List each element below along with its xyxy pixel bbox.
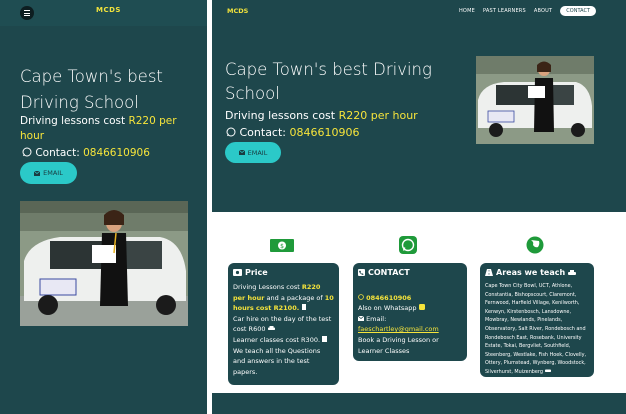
contact-number[interactable]: 0846610906 bbox=[290, 126, 360, 139]
price-prefix: Driving lessons cost bbox=[20, 115, 129, 127]
hero-contact: Contact: 0846610906 bbox=[22, 147, 150, 159]
contact-label: Contact: bbox=[239, 126, 290, 139]
hero-price: Driving lessons cost R220 per hour bbox=[225, 109, 418, 122]
contact-card-title: CONTACT bbox=[358, 268, 462, 277]
email-button[interactable]: EMAIL bbox=[20, 162, 77, 184]
svg-text:$: $ bbox=[280, 243, 284, 250]
mobile-navbar: MCDS bbox=[0, 0, 207, 26]
brand-logo[interactable]: MCDS bbox=[227, 7, 248, 15]
price-value: R220 per hour bbox=[338, 109, 418, 122]
hero-contact: Contact: 0846610906 bbox=[226, 126, 360, 139]
areas-card: Areas we teach Cape Town City Bowl, UCT,… bbox=[480, 263, 594, 377]
footer-bar bbox=[212, 393, 626, 414]
nav-about[interactable]: ABOUT bbox=[534, 8, 552, 14]
price-card: Price Driving Lessons cost R220 per hour… bbox=[228, 263, 339, 385]
contact-card-text: 0846610906 Also on Whatsapp Email: faesc… bbox=[357, 282, 462, 356]
contact-phone[interactable]: 0846610906 bbox=[366, 294, 411, 302]
nav-home[interactable]: HOME bbox=[459, 8, 475, 14]
nav-past-learners[interactable]: PAST LEARNERS bbox=[483, 8, 526, 14]
areas-card-title: Areas we teach bbox=[485, 268, 589, 277]
nav-contact[interactable]: CONTACT bbox=[560, 6, 596, 16]
whatsapp-icon bbox=[226, 127, 236, 137]
contact-email-link[interactable]: faeschartley@gmail.com bbox=[358, 325, 439, 333]
contact-whatsapp: Also on Whatsapp bbox=[358, 304, 417, 313]
student-with-car-photo bbox=[20, 201, 188, 326]
hamburger-menu-icon[interactable] bbox=[20, 6, 34, 20]
price-text-7: We teach all the Questions and answers i… bbox=[233, 346, 321, 376]
areas-list: Cape Town City Bowl, UCT, Athlone, Const… bbox=[485, 283, 587, 375]
document-icon bbox=[302, 304, 307, 311]
contact-label: Contact: bbox=[35, 147, 84, 159]
feature-icons-row: $ bbox=[212, 236, 626, 256]
contact-email-label: Email: bbox=[366, 314, 387, 323]
envelope-icon bbox=[357, 315, 365, 321]
student-with-car-photo bbox=[476, 56, 594, 144]
car-icon bbox=[568, 269, 577, 275]
whatsapp-icon bbox=[358, 293, 364, 300]
contact-card-title-text: CONTACT bbox=[368, 268, 410, 277]
money-icon bbox=[233, 269, 242, 276]
road-icon bbox=[485, 269, 493, 276]
book-icon bbox=[322, 335, 328, 342]
whatsapp-icon bbox=[418, 304, 425, 311]
email-button[interactable]: EMAIL bbox=[225, 142, 281, 163]
email-button-label: EMAIL bbox=[247, 148, 268, 157]
phone-icon bbox=[358, 269, 365, 276]
price-prefix: Driving lessons cost bbox=[225, 109, 339, 122]
hero-section: Cape Town's best Driving School Driving … bbox=[212, 22, 626, 212]
brand-logo[interactable]: MCDS bbox=[96, 6, 121, 14]
areas-card-text: Cape Town City Bowl, UCT, Athlone, Const… bbox=[485, 282, 589, 377]
envelope-icon bbox=[238, 150, 245, 155]
contact-number[interactable]: 0846610906 bbox=[83, 147, 150, 159]
price-text-3: and a package of bbox=[264, 293, 325, 302]
whatsapp-icon bbox=[399, 236, 417, 254]
car-icon bbox=[267, 326, 275, 331]
money-icon: $ bbox=[270, 239, 294, 252]
desktop-navbar: MCDS HOME PAST LEARNERS ABOUT CONTACT bbox=[212, 0, 626, 22]
price-text-6: Learner classes cost R300. bbox=[233, 335, 321, 344]
price-text-1: Driving Lessons cost bbox=[233, 283, 302, 291]
price-card-text: Driving Lessons cost R220 per hour and a… bbox=[233, 282, 334, 377]
nav-links: HOME PAST LEARNERS ABOUT CONTACT bbox=[459, 6, 596, 16]
hero-heading: Cape Town's best Driving School bbox=[225, 60, 432, 103]
whatsapp-icon bbox=[22, 147, 32, 157]
car-icon bbox=[544, 369, 551, 372]
areas-card-title-text: Areas we teach bbox=[496, 268, 566, 277]
contact-book-text: Book a Driving Lesson or Learner Classes bbox=[358, 335, 439, 355]
price-card-title-text: Price bbox=[245, 268, 268, 277]
price-text-5: Car hire on the day of the test cost R60… bbox=[233, 314, 332, 334]
desktop-view: MCDS HOME PAST LEARNERS ABOUT CONTACT Ca… bbox=[212, 0, 626, 414]
mobile-view: MCDS Cape Town's best Driving School Dri… bbox=[0, 0, 207, 414]
price-card-title: Price bbox=[233, 268, 334, 277]
email-button-label: EMAIL bbox=[43, 169, 63, 177]
envelope-icon bbox=[34, 170, 41, 176]
contact-card: CONTACT 0846610906 Also on Whatsapp Emai… bbox=[353, 263, 467, 361]
globe-icon bbox=[526, 236, 544, 254]
hero-price: Driving lessons cost R220 per hour bbox=[20, 114, 200, 144]
hero-heading: Cape Town's best Driving School bbox=[20, 67, 163, 112]
